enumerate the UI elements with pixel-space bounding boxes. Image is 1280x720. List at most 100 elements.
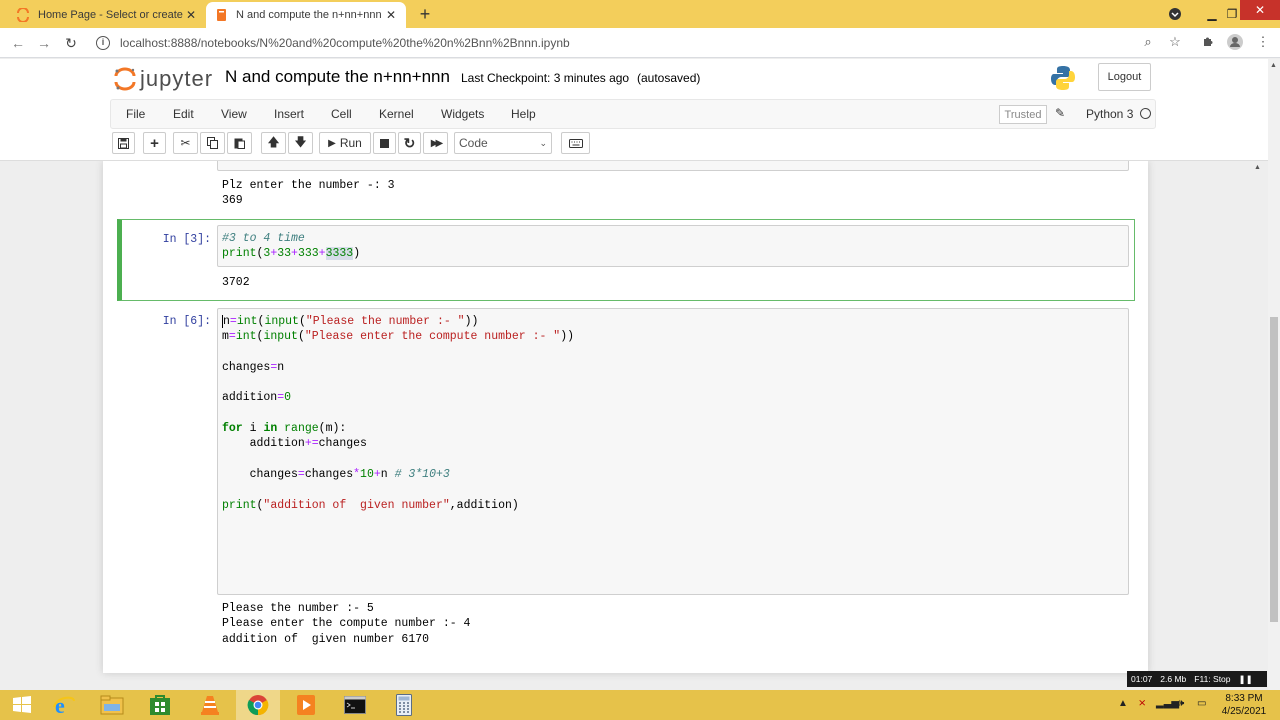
zoom-icon[interactable]: ⌕: [1139, 34, 1157, 50]
notebook-toolbar: + ✂ 🡅 🡇 ▶ Run ↻ ▶▶ Code ⌄: [110, 131, 1156, 157]
site-info-icon[interactable]: i: [96, 36, 110, 50]
copy-button[interactable]: [200, 132, 225, 154]
tab-title: N and compute the n+nn+nnn -: [236, 9, 384, 21]
reload-icon[interactable]: ↻: [61, 34, 81, 52]
paste-button[interactable]: [227, 132, 252, 154]
browser-address-bar: ← → ↻ i localhost:8888/notebooks/N%20and…: [0, 28, 1280, 58]
browser-tab-strip: Home Page - Select or create a n ✕ N and…: [0, 0, 1280, 28]
command-palette-button[interactable]: [561, 132, 590, 154]
jupyter-header: jupyter N and compute the n+nn+nnn Last …: [0, 59, 1268, 161]
command-prompt-icon[interactable]: [333, 690, 377, 720]
menu-kernel[interactable]: Kernel: [379, 107, 414, 121]
output-line: Please enter the compute number :- 4: [222, 617, 471, 631]
tab-title: Home Page - Select or create a n: [38, 9, 184, 21]
scissors-icon: ✂: [180, 136, 191, 150]
save-button[interactable]: [112, 132, 135, 154]
new-tab-button[interactable]: +: [416, 4, 434, 25]
pencil-icon[interactable]: ✎: [1055, 106, 1065, 120]
run-button[interactable]: ▶ Run: [319, 132, 371, 154]
run-label: Run: [339, 136, 362, 150]
system-clock[interactable]: 8:33 PM 4/25/2021: [1214, 692, 1274, 718]
menu-file[interactable]: File: [126, 107, 145, 121]
extensions-icon[interactable]: [1199, 34, 1217, 50]
network-icon[interactable]: ⨯: [1138, 698, 1146, 709]
jupyter-logo[interactable]: jupyter: [114, 63, 214, 95]
url-field[interactable]: i localhost:8888/notebooks/N%20and%20com…: [92, 32, 1192, 54]
move-down-button[interactable]: 🡇: [288, 132, 313, 154]
play-icon: ▶: [328, 137, 336, 149]
logout-button[interactable]: Logout: [1098, 63, 1151, 91]
code-line: print("addition of given number",additio…: [222, 498, 519, 512]
menu-insert[interactable]: Insert: [274, 107, 304, 121]
cell-type-select[interactable]: Code ⌄: [454, 132, 552, 154]
keyboard-icon: [568, 138, 583, 148]
prev-cell-input[interactable]: [217, 161, 1129, 171]
clock-date: 4/25/2021: [1221, 706, 1267, 717]
store-icon[interactable]: [138, 690, 182, 720]
close-window-icon[interactable]: ✕: [1240, 0, 1280, 20]
cell-prompt: In [3]:: [162, 233, 211, 246]
fast-forward-icon: ▶▶: [430, 137, 444, 149]
pause-icon[interactable]: ❚❚: [1239, 674, 1253, 685]
restart-run-all-button[interactable]: ▶▶: [423, 132, 448, 154]
tab-home-page[interactable]: Home Page - Select or create a n ✕: [8, 2, 206, 28]
menu-view[interactable]: View: [221, 107, 247, 121]
volume-icon[interactable]: 🕪: [1178, 698, 1184, 709]
chevron-down-icon[interactable]: [1166, 0, 1184, 28]
code-line: addition+=changes: [222, 437, 367, 451]
chrome-icon[interactable]: [236, 690, 280, 720]
browser-menu-icon[interactable]: ⋮: [1254, 34, 1272, 50]
menu-edit[interactable]: Edit: [173, 107, 194, 121]
trusted-badge[interactable]: Trusted: [999, 105, 1047, 124]
calculator-icon[interactable]: [382, 690, 426, 720]
menu-cell[interactable]: Cell: [331, 107, 352, 121]
close-tab-icon[interactable]: ✕: [184, 8, 198, 22]
plus-icon: +: [150, 134, 159, 152]
internet-explorer-icon[interactable]: e: [42, 690, 86, 720]
notebook-scroll-up-icon[interactable]: ▲: [1254, 164, 1261, 171]
code-line: print(3+33+333+3333): [222, 247, 361, 261]
menu-bar: File Edit View Insert Cell Kernel Widget…: [110, 99, 1156, 129]
action-center-icon[interactable]: ▭: [1197, 698, 1206, 709]
cut-button[interactable]: ✂: [173, 132, 198, 154]
recorder-stop-hint[interactable]: F11: Stop: [1194, 674, 1230, 684]
output-line: addition of given number 6170: [222, 632, 430, 646]
start-button[interactable]: [0, 690, 44, 720]
svg-text:e: e: [55, 693, 65, 717]
scroll-up-icon[interactable]: ▲: [1270, 62, 1277, 69]
bookmark-star-icon[interactable]: ☆: [1166, 34, 1184, 50]
code-editor[interactable]: n=int(input("Please the number :- ")) m=…: [217, 308, 1129, 595]
checkpoint-status: Last Checkpoint: 3 minutes ago: [461, 71, 630, 85]
close-tab-icon[interactable]: ✕: [384, 8, 398, 22]
vlc-icon[interactable]: [188, 690, 232, 720]
show-hidden-icons-icon[interactable]: ▲: [1118, 698, 1128, 709]
recorder-time: 01:07: [1131, 674, 1153, 684]
paste-icon: [234, 138, 245, 149]
insert-cell-button[interactable]: +: [143, 132, 166, 154]
notebook-name[interactable]: N and compute the n+nn+nnn: [225, 67, 450, 87]
tab-notebook[interactable]: N and compute the n+nn+nnn - ✕: [206, 2, 406, 28]
cell-type-value: Code: [459, 136, 488, 150]
url-text: localhost:8888/notebooks/N%20and%20compu…: [120, 36, 570, 50]
clock-time: 8:33 PM: [1225, 693, 1263, 704]
back-arrow-icon[interactable]: ←: [8, 34, 28, 52]
profile-avatar-icon[interactable]: [1226, 34, 1244, 53]
jupyter-favicon-icon: [17, 8, 29, 22]
menu-help[interactable]: Help: [511, 107, 536, 121]
forward-arrow-icon[interactable]: →: [34, 34, 54, 52]
interrupt-button[interactable]: [373, 132, 396, 154]
page-scrollbar[interactable]: [1268, 59, 1280, 690]
media-player-icon[interactable]: [284, 690, 328, 720]
signal-icon[interactable]: ▂▃▅: [1156, 698, 1179, 709]
output-line: Please the number :- 5: [222, 602, 374, 615]
move-up-button[interactable]: 🡅: [261, 132, 286, 154]
arrow-up-icon: 🡅: [267, 134, 280, 149]
restart-button[interactable]: ↻: [398, 132, 421, 154]
recorder-size: 2.6 Mb: [1160, 674, 1187, 684]
scrollbar-thumb[interactable]: [1270, 317, 1278, 622]
file-explorer-icon[interactable]: [90, 690, 134, 720]
code-editor[interactable]: #3 to 4 time print(3+33+333+3333): [217, 225, 1129, 267]
arrow-down-icon: 🡇: [294, 134, 307, 149]
menu-widgets[interactable]: Widgets: [441, 107, 484, 121]
